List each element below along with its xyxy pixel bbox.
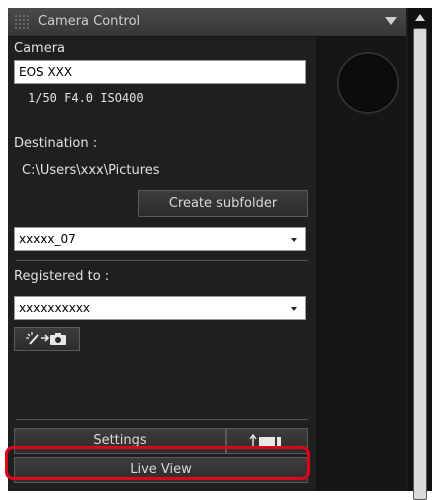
camera-model-field: EOS XXX — [14, 60, 306, 84]
subfolder-dropdown[interactable]: xxxxx_07 — [14, 227, 306, 251]
window-title: Camera Control — [38, 14, 141, 29]
wand-arrow-camera-icon — [26, 332, 66, 345]
section-divider — [16, 260, 308, 261]
registered-value: xxxxxxxxxx — [19, 301, 91, 315]
remote-shooting-button[interactable] — [14, 327, 80, 351]
registered-to-label: Registered to : — [14, 269, 110, 284]
camera-dial[interactable] — [337, 52, 399, 114]
title-bar[interactable]: Camera Control — [8, 8, 406, 37]
chevron-down-icon — [291, 238, 297, 242]
scroll-up-icon[interactable] — [415, 14, 425, 21]
camera-settings-readout: 1/50 F4.0 ISO400 — [28, 91, 144, 105]
create-subfolder-button[interactable]: Create subfolder — [138, 190, 308, 217]
camera-section-label: Camera — [14, 41, 66, 56]
dial-area — [316, 37, 406, 491]
destination-path: C:\Users\xxx\Pictures — [22, 163, 160, 178]
panel-menu-icon[interactable] — [385, 17, 397, 25]
control-panel: Camera EOS XXX 1/50 F4.0 ISO400 Destinat… — [8, 37, 316, 491]
scroll-thumb[interactable] — [413, 28, 427, 500]
drag-grip-icon[interactable] — [14, 14, 30, 30]
destination-label: Destination : — [14, 136, 98, 151]
registered-dropdown[interactable]: xxxxxxxxxx — [14, 296, 306, 320]
live-view-highlight — [5, 446, 310, 480]
scrollbar[interactable] — [408, 8, 432, 500]
section-divider — [16, 419, 308, 420]
subfolder-value: xxxxx_07 — [19, 232, 76, 246]
chevron-down-icon — [291, 307, 297, 311]
camera-control-window: Camera Control Camera EOS XXX 1/50 F4.0 … — [8, 8, 432, 500]
